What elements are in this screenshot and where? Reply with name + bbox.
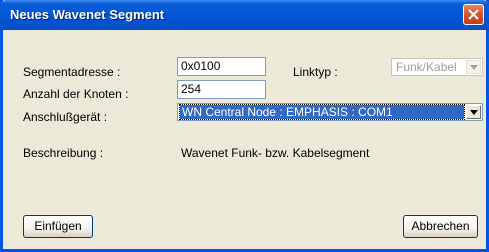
dialog-window: Neues Wavenet Segment Segmentadresse : 0… — [0, 0, 489, 252]
description-label: Beschreibung : — [23, 146, 104, 160]
linktype-select[interactable]: Funk/Kabel — [391, 58, 483, 76]
linktype-dropdown-button[interactable] — [466, 60, 481, 74]
description-value: Wavenet Funk- bzw. Kabelsegment — [181, 146, 370, 160]
device-dropdown-button[interactable] — [466, 105, 481, 119]
device-label: Anschlußgerät : — [23, 110, 108, 124]
title-bar[interactable]: Neues Wavenet Segment — [0, 0, 489, 30]
close-button[interactable] — [463, 4, 484, 25]
node-count-label: Anzahl der Knoten : — [23, 87, 129, 101]
segment-address-input[interactable]: 0x0100 — [177, 57, 266, 76]
node-count-input[interactable]: 254 — [177, 80, 266, 99]
insert-button[interactable]: Einfügen — [23, 215, 93, 238]
device-select[interactable]: WN Central Node : EMPHASIS : COM1 — [177, 103, 483, 121]
dialog-content: Segmentadresse : 0x0100 Linktyp : Funk/K… — [3, 30, 486, 249]
close-icon — [468, 9, 479, 20]
chevron-down-icon — [470, 65, 478, 70]
segment-address-label: Segmentadresse : — [23, 65, 121, 79]
linktype-value: Funk/Kabel — [396, 60, 457, 74]
chevron-down-icon — [470, 110, 478, 115]
linktype-label: Linktyp : — [293, 65, 338, 79]
cancel-button[interactable]: Abbrechen — [403, 215, 478, 238]
window-title: Neues Wavenet Segment — [10, 7, 165, 22]
device-value: WN Central Node : EMPHASIS : COM1 — [179, 104, 465, 120]
